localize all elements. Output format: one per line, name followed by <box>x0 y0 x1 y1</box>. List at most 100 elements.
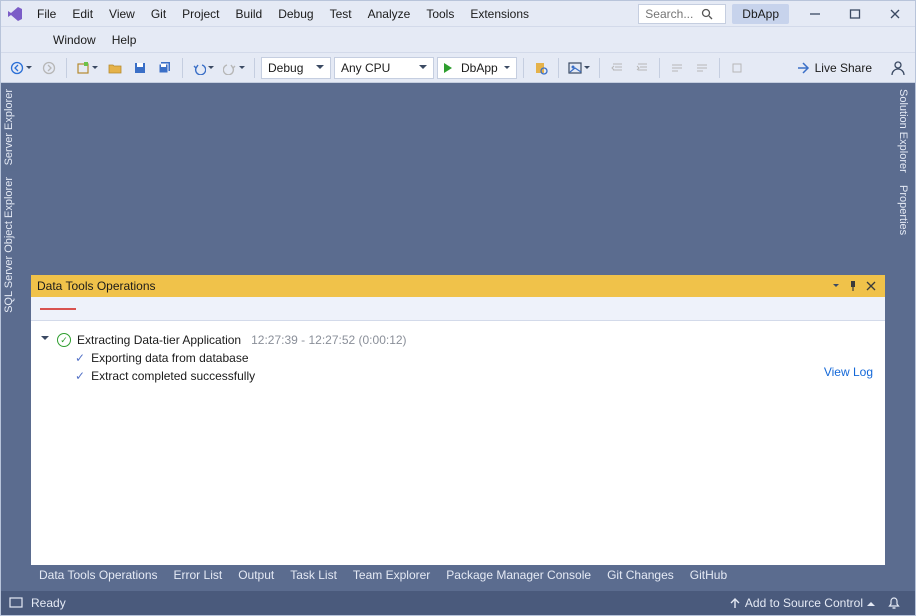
window-close-button[interactable] <box>875 1 915 27</box>
panel-pin-button[interactable] <box>845 278 861 294</box>
search-input[interactable] <box>643 6 701 22</box>
btab-data-tools-operations[interactable]: Data Tools Operations <box>31 565 166 585</box>
right-tool-well: Solution Explorer Properties <box>895 83 915 575</box>
find-in-files-button[interactable] <box>530 57 552 79</box>
btab-git-changes[interactable]: Git Changes <box>599 565 682 585</box>
data-tools-operations-panel: Data Tools Operations ✓ Extracting Data-… <box>31 275 885 565</box>
play-icon <box>444 63 457 73</box>
start-target-label: DbApp <box>461 61 498 75</box>
menu-analyze[interactable]: Analyze <box>360 1 419 26</box>
menu-project[interactable]: Project <box>174 1 227 26</box>
indent-button[interactable] <box>631 57 653 79</box>
btab-package-manager-console[interactable]: Package Manager Console <box>438 565 599 585</box>
vs-logo-icon <box>1 1 29 27</box>
new-project-button[interactable] <box>73 57 101 79</box>
search-icon <box>701 8 713 20</box>
expander-icon[interactable] <box>41 336 49 344</box>
menu-window[interactable]: Window <box>45 27 104 52</box>
add-to-source-control-label: Add to Source Control <box>745 596 863 610</box>
status-output-icon <box>9 597 23 609</box>
menu-build[interactable]: Build <box>228 1 271 26</box>
view-log-link[interactable]: View Log <box>824 365 873 379</box>
bell-icon <box>887 596 901 610</box>
search-box[interactable] <box>638 4 726 24</box>
panel-header[interactable]: Data Tools Operations <box>31 275 885 297</box>
panel-title: Data Tools Operations <box>37 279 825 293</box>
chevron-down-icon <box>26 66 32 72</box>
menu-extensions[interactable]: Extensions <box>462 1 537 26</box>
comment-button[interactable] <box>666 57 688 79</box>
toolbar: Debug Any CPU DbApp Live Share <box>1 53 915 83</box>
save-button[interactable] <box>129 57 151 79</box>
view-log-link-wrap: View Log <box>824 365 873 379</box>
operation-step-label: Exporting data from database <box>91 351 248 365</box>
status-ready: Ready <box>31 596 66 610</box>
start-debug-button[interactable]: DbApp <box>437 57 517 79</box>
btab-github[interactable]: GitHub <box>682 565 735 585</box>
operation-step: ✓ Exporting data from database <box>41 349 875 367</box>
chevron-down-icon <box>92 66 98 72</box>
add-to-source-control-button[interactable]: Add to Source Control <box>723 591 881 615</box>
menu-file[interactable]: File <box>29 1 64 26</box>
window-maximize-button[interactable] <box>835 1 875 27</box>
undo-button[interactable] <box>189 57 217 79</box>
panel-toolbar <box>31 297 885 321</box>
check-icon: ✓ <box>75 351 85 365</box>
pin-icon <box>848 281 858 291</box>
account-button[interactable] <box>887 57 909 79</box>
operation-step-label: Extract completed successfully <box>91 369 255 383</box>
open-file-button[interactable] <box>104 57 126 79</box>
check-icon: ✓ <box>75 369 85 383</box>
operation-row: ✓ Extracting Data-tier Application 12:27… <box>41 331 875 349</box>
left-tool-well: Server Explorer SQL Server Object Explor… <box>1 83 21 575</box>
btab-task-list[interactable]: Task List <box>282 565 345 585</box>
live-share-icon <box>796 61 810 75</box>
panel-options-button[interactable] <box>827 278 843 294</box>
menu-debug[interactable]: Debug <box>270 1 321 26</box>
chevron-down-icon <box>584 66 590 72</box>
btab-error-list[interactable]: Error List <box>166 565 231 585</box>
chevron-down-icon <box>208 66 214 72</box>
menu-test[interactable]: Test <box>322 1 360 26</box>
panel-close-button[interactable] <box>863 278 879 294</box>
panel-toolbar-list-icon[interactable] <box>37 298 79 320</box>
side-tab-solution-explorer[interactable]: Solution Explorer <box>895 83 911 179</box>
chevron-up-icon <box>867 598 875 606</box>
success-icon: ✓ <box>57 333 71 347</box>
main-menu: File Edit View Git Project Build Debug T… <box>29 1 537 26</box>
bookmark-button[interactable] <box>726 57 748 79</box>
platform-dropdown[interactable]: Any CPU <box>334 57 434 79</box>
redo-button[interactable] <box>220 57 248 79</box>
status-bar: Ready Add to Source Control <box>1 591 915 615</box>
uncomment-button[interactable] <box>691 57 713 79</box>
main-menu-row2: Window Help <box>1 27 915 53</box>
upload-icon <box>729 597 741 609</box>
live-share-label: Live Share <box>815 61 872 75</box>
menu-tools[interactable]: Tools <box>418 1 462 26</box>
notifications-button[interactable] <box>881 591 907 615</box>
btab-output[interactable]: Output <box>230 565 282 585</box>
solution-name-pill[interactable]: DbApp <box>732 4 789 24</box>
window-minimize-button[interactable] <box>795 1 835 27</box>
save-all-button[interactable] <box>154 57 176 79</box>
side-tab-server-explorer[interactable]: Server Explorer <box>1 83 17 171</box>
chevron-down-icon <box>504 66 510 72</box>
operation-title: Extracting Data-tier Application <box>77 333 241 347</box>
chevron-down-icon <box>833 284 839 290</box>
configuration-dropdown[interactable]: Debug <box>261 57 331 79</box>
panel-body: ✓ Extracting Data-tier Application 12:27… <box>31 321 885 565</box>
btab-team-explorer[interactable]: Team Explorer <box>345 565 438 585</box>
picture-insert-button[interactable] <box>565 57 593 79</box>
menu-help[interactable]: Help <box>104 27 145 52</box>
title-bar: File Edit View Git Project Build Debug T… <box>1 1 915 27</box>
nav-back-button[interactable] <box>7 57 35 79</box>
menu-edit[interactable]: Edit <box>64 1 101 26</box>
side-tab-sql-object-explorer[interactable]: SQL Server Object Explorer <box>1 171 17 319</box>
menu-git[interactable]: Git <box>143 1 174 26</box>
live-share-button[interactable]: Live Share <box>790 61 878 75</box>
menu-view[interactable]: View <box>101 1 143 26</box>
side-tab-properties[interactable]: Properties <box>895 179 911 241</box>
platform-selected: Any CPU <box>341 61 390 75</box>
outdent-button[interactable] <box>606 57 628 79</box>
nav-forward-button[interactable] <box>38 57 60 79</box>
